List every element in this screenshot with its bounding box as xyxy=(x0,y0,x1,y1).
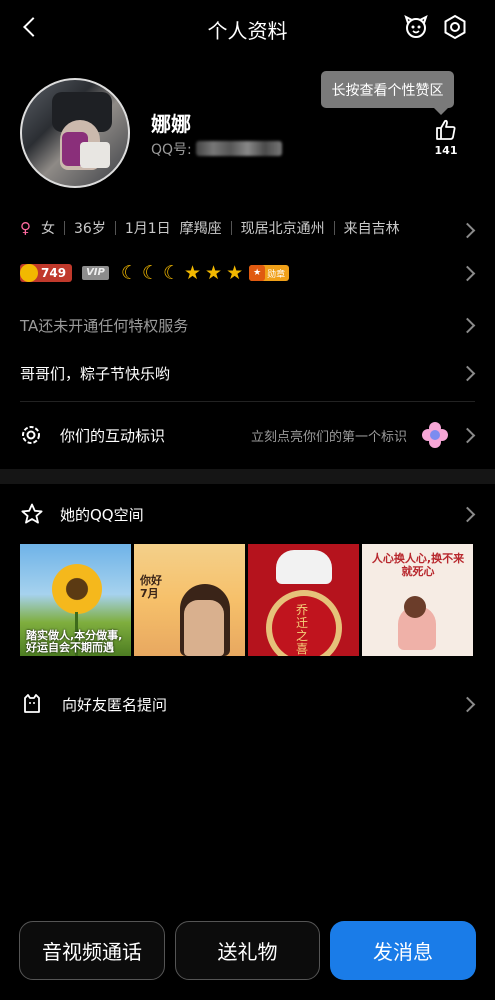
qzone-photo[interactable]: 你好 7月 xyxy=(134,544,245,656)
interaction-hint: 立刻点亮你们的第一个标识 xyxy=(251,430,408,445)
qzone-label: 她的QQ空间 xyxy=(60,505,144,524)
female-icon: ♀ xyxy=(20,219,31,237)
thumbs-up-icon xyxy=(436,119,456,140)
signature-text: 哥哥们，粽子节快乐哟 xyxy=(20,364,171,383)
chevron-right-icon xyxy=(459,427,476,444)
flower-icon xyxy=(421,421,449,449)
avatar[interactable] xyxy=(20,78,130,188)
chevron-right-icon xyxy=(459,365,476,382)
vip-badge: VIP xyxy=(82,266,109,280)
qzone-photo-caption: 踏实做人,本分做事,好运自会不期而遇 xyxy=(26,629,123,654)
like-tooltip: 长按查看个性赞区 xyxy=(321,71,454,108)
moon-icon: ☾ xyxy=(120,262,138,284)
star-outline-icon xyxy=(21,503,43,524)
basic-info-row[interactable]: ♀ 女 36岁 1月1日 摩羯座 现居北京通州 来自吉林 xyxy=(0,213,495,243)
level-icons: ☾ ☾ ☾ ★ ★ ★ xyxy=(121,262,243,284)
qzone-photo-caption: 你好 7月 xyxy=(140,574,162,600)
chevron-right-icon xyxy=(459,265,476,282)
divider xyxy=(20,401,475,402)
video-call-button[interactable]: 音视频通话 xyxy=(19,921,165,980)
sun-icon xyxy=(20,264,38,282)
qzone-photo[interactable]: 乔迁之喜 xyxy=(248,544,359,656)
gear-badge-icon xyxy=(22,426,40,444)
moon-icon: ☾ xyxy=(141,262,159,284)
info-hometown: 来自吉林 xyxy=(343,221,400,237)
star-icon: ★ xyxy=(226,262,244,284)
medal-badge: ★ 勋章 xyxy=(249,265,290,281)
level-badge: 749 xyxy=(20,264,73,282)
info-age: 36岁 xyxy=(74,221,106,237)
info-gender: 女 xyxy=(41,221,55,237)
qzone-photo-caption: 人心换人心,换不来就死心 xyxy=(371,552,465,578)
info-birthday: 1月1日 xyxy=(124,221,171,237)
tooltip-arrow xyxy=(434,108,448,115)
qzone-row[interactable]: 她的QQ空间 xyxy=(0,498,495,530)
cat-box-icon xyxy=(24,694,40,713)
send-message-button[interactable]: 发消息 xyxy=(330,921,476,980)
chevron-right-icon xyxy=(459,317,476,334)
like-count: 141 xyxy=(434,144,458,157)
chevron-right-icon xyxy=(459,506,476,523)
like-button[interactable]: 141 xyxy=(430,118,462,158)
signature-row[interactable]: 哥哥们，粽子节快乐哟 xyxy=(0,358,495,388)
profile-name: 娜娜 xyxy=(151,112,191,136)
interaction-label: 你们的互动标识 xyxy=(60,426,166,445)
moon-icon: ☾ xyxy=(162,262,180,284)
qzone-photo[interactable]: 人心换人心,换不来就死心 xyxy=(362,544,473,656)
chevron-right-icon xyxy=(459,696,476,713)
interaction-row[interactable]: 你们的互动标识 立刻点亮你们的第一个标识 xyxy=(0,418,495,452)
tooltip-text: 长按查看个性赞区 xyxy=(331,82,444,99)
star-icon: ★ xyxy=(205,262,223,284)
badges-row[interactable]: 749 VIP ☾ ☾ ☾ ★ ★ ★ ★ 勋章 xyxy=(0,258,495,288)
anon-question-row[interactable]: 向好友匿名提问 xyxy=(0,688,495,720)
qq-number-blurred xyxy=(196,141,282,156)
privilege-row[interactable]: TA还未开通任何特权服务 xyxy=(0,310,495,340)
medal-icon: ★ xyxy=(249,265,266,281)
settings-gear-icon[interactable] xyxy=(442,14,468,40)
privilege-text: TA还未开通任何特权服务 xyxy=(20,316,189,335)
qzone-photo[interactable]: 踏实做人,本分做事,好运自会不期而遇 xyxy=(20,544,131,656)
info-location: 现居北京通州 xyxy=(240,221,325,237)
send-gift-button[interactable]: 送礼物 xyxy=(175,921,320,980)
info-zodiac: 摩羯座 xyxy=(179,221,222,237)
star-icon: ★ xyxy=(184,262,202,284)
qzone-photo-caption: 乔迁之喜 xyxy=(296,603,309,656)
section-gap xyxy=(0,469,495,484)
chevron-right-icon xyxy=(459,222,476,239)
pet-icon[interactable] xyxy=(403,14,429,40)
anon-question-label: 向好友匿名提问 xyxy=(62,695,168,714)
qq-number-label: QQ号: xyxy=(151,142,192,158)
